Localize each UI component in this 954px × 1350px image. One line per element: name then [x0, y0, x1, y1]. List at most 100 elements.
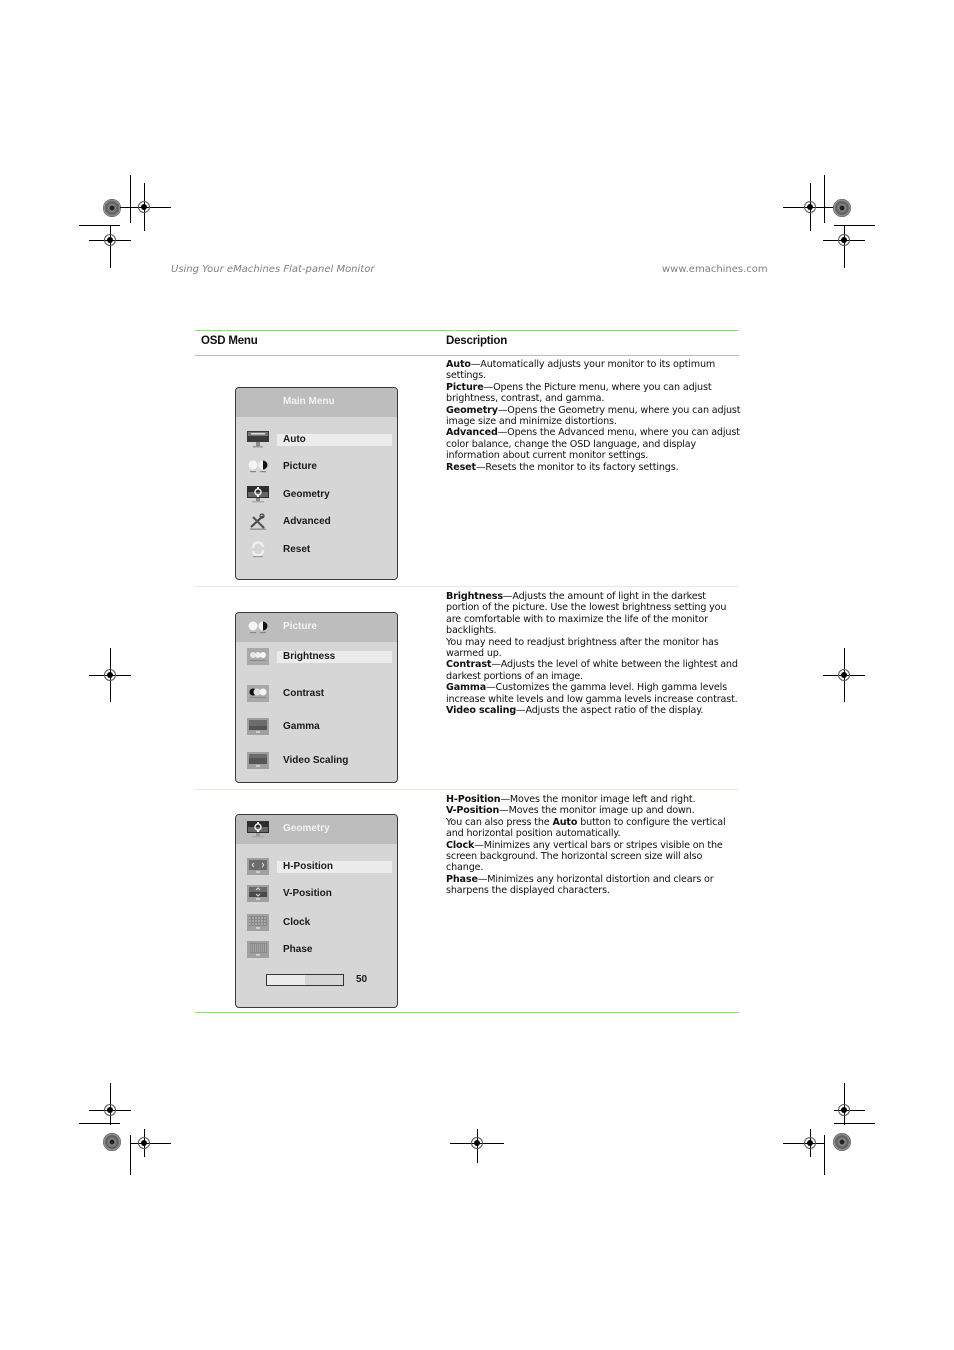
osd-picture-menu: Picture Brightness Contrast Gamma Video … — [235, 612, 398, 783]
description-entry: Geometry—Opens the Geometry menu, where … — [446, 405, 741, 428]
column-header-osd-menu: OSD Menu — [201, 335, 258, 347]
registration-disk-icon — [103, 199, 121, 217]
description-text: You may need to readjust brightness afte… — [446, 636, 719, 660]
description-entry: Picture—Opens the Picture menu, where yo… — [446, 382, 741, 405]
description-cell: H-Position—Moves the monitor image left … — [446, 794, 741, 897]
description-cell: Brightness—Adjusts the amount of light i… — [446, 591, 741, 716]
osd-menu-item[interactable]: Clock — [236, 914, 397, 932]
slider-fill — [267, 975, 305, 985]
description-text: —Automatically adjusts your monitor to i… — [446, 359, 716, 382]
osd-menu-item[interactable]: V-Position — [236, 885, 397, 903]
advanced-tools-icon — [250, 513, 266, 530]
h-position-icon — [247, 858, 269, 875]
description-entry: Phase—Minimizes any horizontal distortio… — [446, 874, 741, 897]
osd-item-label: Auto — [283, 434, 306, 445]
osd-menu-item[interactable]: Geometry — [236, 486, 397, 504]
picture-icon — [248, 460, 268, 473]
description-term: Contrast — [446, 659, 492, 671]
osd-menu-item[interactable]: Contrast — [236, 685, 397, 703]
osd-menu-item[interactable]: Reset — [236, 541, 397, 559]
description-entry: Video scaling—Adjusts the aspect ratio o… — [446, 705, 741, 716]
osd-item-label: Gamma — [283, 721, 320, 732]
trim-line — [834, 1123, 875, 1124]
osd-menu-item[interactable]: Gamma — [236, 718, 397, 736]
trim-line — [79, 1123, 120, 1124]
table-top-rule — [195, 330, 739, 331]
contrast-icon — [247, 685, 269, 702]
adjustment-slider[interactable] — [266, 974, 344, 986]
osd-menu-item[interactable]: Video Scaling — [236, 752, 397, 770]
osd-main-menu: Main Menu Auto Picture Geometry Advanced… — [235, 387, 398, 580]
osd-item-label: Advanced — [283, 516, 331, 527]
description-text: —Moves the monitor image up and down. — [499, 805, 695, 817]
osd-title: Main Menu — [283, 396, 335, 407]
osd-item-label: Contrast — [283, 688, 325, 699]
description-term: Video scaling — [446, 705, 517, 717]
osd-menu-item[interactable]: H-Position — [236, 858, 397, 876]
registration-disk-icon — [833, 199, 851, 217]
trim-line — [79, 225, 120, 226]
trim-line — [834, 225, 875, 226]
gamma-icon — [247, 718, 269, 735]
description-text: —Minimizes any vertical bars or stripes … — [446, 839, 723, 874]
description-text: —Moves the monitor image left and right. — [500, 794, 696, 805]
description-entry: Reset—Resets the monitor to its factory … — [446, 462, 741, 473]
osd-menu-item[interactable]: Brightness — [236, 648, 397, 666]
description-inline-term: Auto — [552, 816, 578, 828]
description-text: —Customizes the gamma level. High gamma … — [446, 682, 738, 705]
auto-monitor-icon — [247, 431, 269, 448]
osd-item-label: Picture — [283, 461, 317, 472]
description-term: Clock — [446, 839, 475, 851]
phase-icon — [247, 941, 269, 958]
column-header-description: Description — [446, 335, 508, 347]
reset-icon — [251, 541, 265, 558]
trim-line — [130, 1135, 131, 1175]
slider-value: 50 — [356, 974, 368, 985]
osd-menu-item[interactable]: Auto — [236, 431, 397, 449]
clock-icon — [247, 914, 269, 931]
registration-disk-icon — [833, 1133, 851, 1151]
running-header-title: Using Your eMachines Flat-panel Monitor — [171, 264, 375, 275]
osd-header: Picture — [236, 613, 397, 642]
trim-line — [824, 175, 825, 223]
description-entry: Clock—Minimizes any vertical bars or str… — [446, 840, 741, 874]
picture-icon — [248, 621, 268, 634]
description-entry: Auto—Automatically adjusts your monitor … — [446, 359, 741, 382]
osd-item-label: Geometry — [283, 489, 330, 500]
geometry-icon — [247, 486, 269, 503]
description-term: Reset — [446, 461, 476, 473]
description-term: H-Position — [446, 794, 501, 805]
osd-menu-item[interactable]: Picture — [236, 460, 397, 476]
description-text: —Minimizes any horizontal distortion and… — [446, 873, 714, 897]
osd-item-label: Brightness — [283, 651, 336, 662]
osd-header: Main Menu — [236, 388, 397, 417]
description-term: Phase — [446, 873, 478, 885]
osd-menu-item[interactable]: Phase — [236, 941, 397, 959]
trim-line — [130, 175, 131, 223]
description-text: —Opens the Picture menu, where you can a… — [446, 381, 712, 405]
osd-item-label: H-Position — [283, 861, 333, 872]
running-header-url: www.emachines.com — [662, 264, 768, 275]
description-entry: H-Position—Moves the monitor image left … — [446, 794, 741, 805]
description-term: Advanced — [446, 427, 498, 439]
trim-line — [824, 1135, 825, 1175]
osd-item-label: Reset — [283, 544, 311, 555]
description-cell: Auto—Automatically adjusts your monitor … — [446, 359, 741, 473]
osd-menu-item[interactable]: Advanced — [236, 513, 397, 531]
osd-title: Picture — [283, 621, 317, 632]
brightness-icon — [247, 648, 269, 665]
description-term: Picture — [446, 381, 484, 393]
video-scaling-icon — [247, 752, 269, 769]
description-entry: V-Position—Moves the monitor image up an… — [446, 805, 741, 816]
description-text: —Adjusts the aspect ratio of the display… — [516, 705, 704, 717]
osd-item-label: Clock — [283, 917, 311, 928]
description-entry: You can also press the Auto button to co… — [446, 817, 741, 840]
osd-title: Geometry — [283, 823, 330, 834]
table-bottom-rule — [195, 1012, 739, 1013]
description-entry: Brightness—Adjusts the amount of light i… — [446, 591, 741, 637]
row-divider — [195, 586, 739, 587]
description-entry: Gamma—Customizes the gamma level. High g… — [446, 682, 741, 705]
table-header-rule — [195, 355, 739, 356]
description-term: Gamma — [446, 682, 487, 694]
description-entry: You may need to readjust brightness afte… — [446, 637, 741, 660]
